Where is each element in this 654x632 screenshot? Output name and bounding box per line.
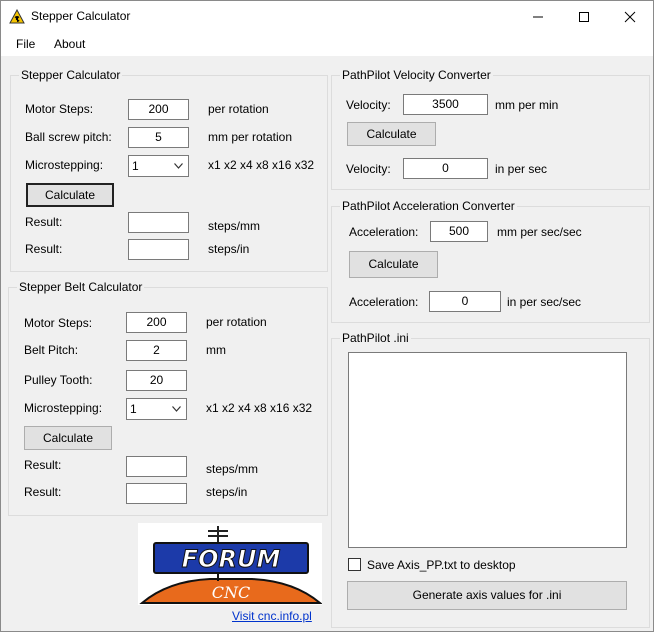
belt-result-mm-label: Result:	[24, 458, 62, 472]
belt-microstepping-hint: x1 x2 x4 x8 x16 x32	[206, 401, 313, 415]
belt-result-in-unit: steps/in	[206, 485, 248, 499]
acceleration-output-unit: in per sec/sec	[507, 295, 582, 309]
result-steps-in-label: Result:	[25, 242, 63, 256]
title-bar: Stepper Calculator	[1, 1, 653, 32]
menu-file[interactable]: File	[16, 37, 35, 51]
result-steps-mm-label: Result:	[25, 215, 63, 229]
ball-screw-pitch-unit: mm per rotation	[208, 130, 293, 144]
motor-steps-label: Motor Steps:	[25, 102, 94, 116]
save-to-desktop-checkbox[interactable]	[348, 558, 361, 571]
logo-forum-text: FORUM	[182, 545, 281, 573]
acceleration-mm-input[interactable]: 500	[430, 221, 488, 242]
group-title: PathPilot .ini	[340, 331, 411, 345]
visit-site-link[interactable]: Visit cnc.info.pl	[232, 609, 312, 623]
acceleration-input-label: Acceleration:	[349, 225, 419, 239]
ball-screw-pitch-input[interactable]: 5	[128, 127, 189, 148]
pulley-tooth-input[interactable]: 20	[126, 370, 187, 391]
minimize-icon	[533, 16, 543, 18]
ini-output-textarea[interactable]	[348, 352, 627, 548]
motor-steps-unit: per rotation	[208, 102, 269, 116]
group-title: PathPilot Velocity Converter	[340, 68, 493, 82]
belt-result-in-field[interactable]	[126, 483, 187, 504]
belt-result-mm-unit: steps/mm	[206, 462, 259, 476]
result-steps-mm-field[interactable]	[128, 212, 189, 233]
velocity-in-field[interactable]: 0	[403, 158, 488, 179]
pulley-tooth-label: Pulley Tooth:	[24, 373, 93, 387]
logo-cnc-text: CNC	[212, 583, 250, 602]
microstepping-label: Microstepping:	[25, 158, 104, 172]
result-steps-in-field[interactable]	[128, 239, 189, 260]
result-steps-mm-unit: steps/mm	[208, 219, 261, 233]
microstepping-value: 1	[132, 159, 139, 173]
chevron-down-icon	[174, 163, 183, 169]
group-title: PathPilot Acceleration Converter	[340, 199, 517, 213]
chevron-down-icon	[172, 406, 181, 412]
acceleration-calculate-button[interactable]: Calculate	[349, 251, 438, 278]
belt-motor-steps-unit: per rotation	[206, 315, 267, 329]
group-title: Stepper Calculator	[19, 68, 123, 82]
close-button[interactable]	[607, 1, 653, 32]
window-title: Stepper Calculator	[31, 9, 131, 23]
belt-motor-steps-input[interactable]: 200	[126, 312, 187, 333]
belt-pitch-label: Belt Pitch:	[24, 343, 79, 357]
app-window: Stepper Calculator File About Stepper Ca…	[0, 0, 654, 632]
belt-motor-steps-label: Motor Steps:	[24, 316, 93, 330]
velocity-input-label: Velocity:	[346, 98, 391, 112]
velocity-output-label: Velocity:	[346, 162, 391, 176]
menu-about[interactable]: About	[54, 37, 85, 51]
minimize-button[interactable]	[515, 1, 561, 32]
velocity-mm-input[interactable]: 3500	[403, 94, 488, 115]
velocity-calculate-button[interactable]: Calculate	[347, 122, 436, 146]
belt-pitch-unit: mm	[206, 343, 226, 357]
belt-calculate-button[interactable]: Calculate	[24, 426, 112, 450]
belt-microstepping-select[interactable]: 1	[126, 398, 187, 420]
result-steps-in-unit: steps/in	[208, 242, 250, 256]
save-to-desktop-label: Save Axis_PP.txt to desktop	[367, 558, 516, 572]
belt-microstepping-value: 1	[130, 402, 137, 416]
stepper-calculate-button[interactable]: Calculate	[26, 183, 114, 207]
ball-screw-pitch-label: Ball screw pitch:	[25, 130, 112, 144]
belt-pitch-input[interactable]: 2	[126, 340, 187, 361]
microstepping-hint: x1 x2 x4 x8 x16 x32	[208, 158, 315, 172]
acceleration-in-field[interactable]: 0	[429, 291, 501, 312]
acceleration-input-unit: mm per sec/sec	[497, 225, 582, 239]
belt-result-in-label: Result:	[24, 485, 62, 499]
velocity-input-unit: mm per min	[495, 98, 559, 112]
radiation-warning-icon	[9, 9, 25, 24]
maximize-button[interactable]	[561, 1, 607, 32]
belt-microstepping-label: Microstepping:	[24, 401, 103, 415]
generate-axis-values-button[interactable]: Generate axis values for .ini	[347, 581, 627, 610]
menu-bar: File About	[1, 32, 653, 56]
velocity-output-unit: in per sec	[495, 162, 548, 176]
forum-cnc-logo-image: FORUM CNC	[138, 523, 323, 605]
group-title: Stepper Belt Calculator	[17, 280, 145, 294]
belt-result-mm-field[interactable]	[126, 456, 187, 477]
acceleration-output-label: Acceleration:	[349, 295, 419, 309]
microstepping-select[interactable]: 1	[128, 155, 189, 177]
motor-steps-input[interactable]: 200	[128, 99, 189, 120]
close-icon	[624, 11, 636, 23]
maximize-icon	[579, 12, 589, 22]
forum-cnc-logo: FORUM CNC	[138, 523, 323, 605]
